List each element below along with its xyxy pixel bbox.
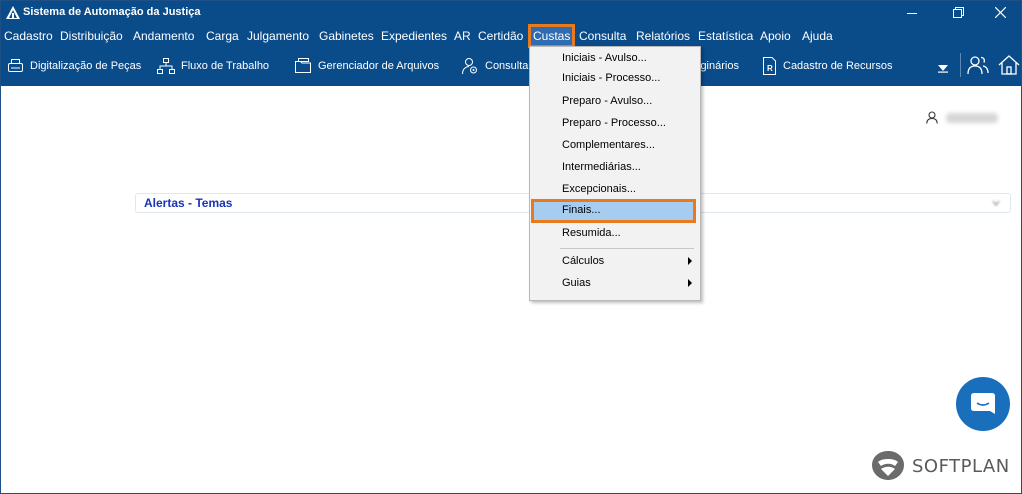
home-icon (998, 55, 1020, 75)
toolbar-label: Cadastro de Recursos (783, 60, 893, 72)
user-name-redacted (946, 112, 998, 123)
menu-item-finais[interactable]: Finais... (531, 199, 696, 223)
menu-item-preparo-avulso[interactable]: Preparo - Avulso... (530, 91, 700, 113)
close-icon (994, 7, 1006, 18)
user-search-icon (462, 58, 477, 75)
home-button[interactable] (998, 54, 1020, 81)
window-title: Sistema de Automação da Justiça (23, 6, 201, 18)
menu-carga[interactable]: Carga (206, 28, 239, 45)
menu-item-label: Guias (562, 277, 591, 289)
menu-item-preparo-processo[interactable]: Preparo - Processo... (530, 113, 700, 135)
menu-item-intermediarias[interactable]: Intermediárias... (530, 157, 700, 179)
custas-dropdown-menu: Iniciais - Avulso... Iniciais - Processo… (529, 46, 701, 301)
menu-item-label: Preparo - Avulso... (562, 95, 653, 107)
menu-expedientes[interactable]: Expedientes (381, 28, 447, 45)
toolbar-label: Consulta (485, 60, 529, 72)
menu-julgamento[interactable]: Julgamento (247, 28, 309, 45)
menu-item-excepcionais[interactable]: Excepcionais... (530, 179, 700, 201)
app-window: Sistema de Automação da Justiça Cadastro… (0, 0, 1022, 494)
menu-item-resumida[interactable]: Resumida... (530, 223, 700, 245)
toolbar-originarios-button[interactable]: iginários (698, 55, 739, 77)
toolbar: Digitalização de Peças Fluxo de Trabalho… (1, 48, 1021, 86)
menu-estatistica[interactable]: Estatística (698, 28, 753, 45)
svg-text:R: R (767, 64, 773, 73)
menu-consulta[interactable]: Consulta (579, 28, 626, 45)
chevron-down-icon[interactable] (992, 199, 1000, 207)
menu-item-iniciais-processo[interactable]: Iniciais - Processo... (530, 68, 700, 90)
menu-item-label: Cálculos (562, 255, 605, 267)
close-button[interactable] (977, 1, 1022, 24)
user-icon (926, 111, 938, 124)
caret-down-icon (938, 65, 948, 73)
menu-item-calculos[interactable]: Cálculos (530, 251, 700, 273)
chat-icon (971, 393, 995, 414)
scanner-icon (8, 59, 23, 72)
menu-item-label: Iniciais - Avulso... (562, 52, 647, 64)
minimize-button[interactable] (889, 1, 935, 24)
menu-certidao[interactable]: Certidão (478, 28, 523, 45)
app-logo-icon (6, 6, 20, 19)
current-user (926, 111, 998, 124)
toolbar-cadastro-recursos-button[interactable]: R Cadastro de Recursos (762, 55, 892, 77)
workflow-icon (157, 58, 175, 74)
toolbar-digitalizacao-button[interactable]: Digitalização de Peças (7, 55, 141, 77)
users-icon (967, 56, 989, 75)
toolbar-label: iginários (698, 60, 739, 72)
menu-item-label: Complementares... (562, 139, 655, 151)
menu-relatorios[interactable]: Relatórios (636, 28, 690, 45)
menu-item-iniciais-avulso[interactable]: Iniciais - Avulso... (530, 48, 700, 70)
toolbar-label: Gerenciador de Arquivos (318, 60, 440, 72)
chat-support-button[interactable] (956, 377, 1010, 431)
toolbar-gerenciador-button[interactable]: Gerenciador de Arquivos (294, 55, 439, 77)
softplan-logo-icon (872, 451, 904, 480)
menu-item-label: Preparo - Processo... (562, 117, 666, 129)
menu-separator (560, 248, 694, 249)
brand-name: SOFTPLAN (912, 455, 1010, 477)
menu-gabinetes[interactable]: Gabinetes (319, 28, 374, 45)
toolbar-divider (960, 53, 961, 77)
toolbar-consulta-button[interactable]: Consulta (461, 55, 528, 77)
softplan-logo: SOFTPLAN (870, 449, 1010, 483)
menu-item-guias[interactable]: Guias (530, 273, 700, 295)
menu-cadastro[interactable]: Cadastro (4, 28, 53, 45)
menu-item-label: Resumida... (562, 227, 621, 239)
minimize-icon (907, 12, 917, 14)
title-bar: Sistema de Automação da Justiça (1, 1, 1021, 24)
menu-andamento[interactable]: Andamento (133, 28, 194, 45)
toolbar-overflow-button[interactable] (937, 60, 949, 78)
toolbar-label: Fluxo de Trabalho (181, 60, 270, 72)
menu-apoio[interactable]: Apoio (760, 28, 791, 45)
restore-button[interactable] (935, 1, 981, 24)
toolbar-fluxo-button[interactable]: Fluxo de Trabalho (157, 55, 269, 77)
submenu-arrow-icon (688, 257, 692, 265)
menu-ajuda[interactable]: Ajuda (802, 28, 833, 45)
menu-item-label: Finais... (562, 204, 601, 216)
menu-custas[interactable]: Custas (527, 24, 576, 48)
users-button[interactable] (967, 54, 989, 81)
menu-item-label: Iniciais - Processo... (562, 72, 661, 84)
alerts-title: Alertas - Temas (144, 196, 233, 210)
menu-ar[interactable]: AR (454, 28, 471, 45)
menu-item-complementares[interactable]: Complementares... (530, 135, 700, 157)
document-r-icon: R (763, 57, 776, 75)
menu-bar: Cadastro Distribuição Andamento Carga Ju… (1, 24, 1021, 48)
menu-item-label: Intermediárias... (562, 161, 641, 173)
menu-distribuicao[interactable]: Distribuição (60, 28, 123, 45)
submenu-arrow-icon (688, 279, 692, 287)
folder-icon (295, 58, 311, 73)
toolbar-label: Digitalização de Peças (30, 60, 142, 72)
menu-item-label: Excepcionais... (562, 183, 636, 195)
restore-icon (952, 7, 964, 18)
